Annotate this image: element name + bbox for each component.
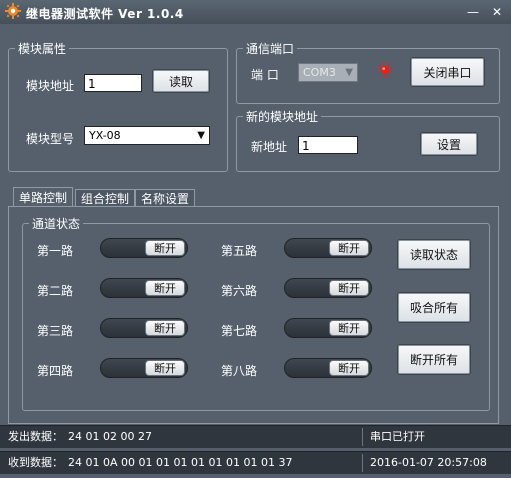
new-address-input[interactable]: 1 (298, 136, 358, 154)
channel-7-switch[interactable]: 断开 (284, 318, 372, 338)
channel-8-state: 断开 (329, 360, 369, 376)
channel-3-state: 断开 (145, 320, 185, 336)
channel-1-state: 断开 (145, 240, 185, 256)
channel-6-label: 第六路 (221, 284, 258, 298)
status-separator (362, 454, 363, 472)
close-icon: ✕ (491, 5, 503, 19)
channel-state-legend: 通道状态 (32, 217, 81, 231)
channel-7-state: 断开 (329, 320, 369, 336)
tab-name-settings[interactable]: 名称设置 (135, 189, 196, 207)
new-address-label: 新地址 (251, 140, 288, 154)
module-address-label: 模块地址 (26, 79, 75, 93)
module-address-input[interactable]: 1 (84, 74, 142, 92)
channel-8-switch[interactable]: 断开 (284, 358, 372, 378)
channel-2-label: 第二路 (37, 284, 74, 298)
sent-data-label: 发出数据： (8, 430, 63, 443)
channel-7-label: 第七路 (221, 324, 258, 338)
port-label: 端 口 (251, 68, 279, 82)
tab-single-control[interactable]: 单路控制 (13, 187, 74, 207)
set-address-button[interactable]: 设置 (420, 132, 478, 156)
status-separator (362, 428, 363, 446)
datetime-text: 2016-01-07 20:57:08 (370, 456, 487, 469)
recv-data-label: 收到数据： (8, 456, 63, 469)
channel-5-switch[interactable]: 断开 (284, 238, 372, 258)
chevron-down-icon: ▼ (197, 130, 205, 141)
title-bar: 继电器测试软件 Ver 1.0.4 — ✕ (0, 0, 511, 25)
window-title: 继电器测试软件 Ver 1.0.4 (26, 7, 184, 21)
module-model-label: 模块型号 (26, 132, 75, 146)
port-status-text: 串口已打开 (370, 430, 425, 443)
minimize-icon: — (467, 5, 479, 19)
new-address-legend: 新的模块地址 (246, 110, 319, 124)
channel-5-label: 第五路 (221, 244, 258, 258)
read-state-button[interactable]: 读取状态 (397, 239, 471, 270)
read-address-button[interactable]: 读取 (152, 69, 210, 93)
main-window: 模块属性 模块地址 1 读取 模块型号 YX-08 ▼ 通信端口 端 口 COM… (0, 24, 511, 478)
close-port-button[interactable]: 关闭串口 (410, 57, 485, 87)
port-select[interactable]: COM3 ▼ (298, 63, 358, 82)
module-properties-group: 模块属性 (8, 40, 228, 172)
channel-4-label: 第四路 (37, 364, 74, 378)
channel-2-state: 断开 (145, 280, 185, 296)
channel-3-label: 第三路 (37, 324, 74, 338)
sent-status-bar: 发出数据： 24 01 02 00 27 串口已打开 (0, 425, 511, 448)
minimize-button[interactable]: — (462, 4, 484, 20)
channel-3-switch[interactable]: 断开 (100, 318, 188, 338)
port-value: COM3 (303, 66, 336, 79)
channel-8-label: 第八路 (221, 364, 258, 378)
module-model-value: YX-08 (89, 129, 121, 142)
channel-4-state: 断开 (145, 360, 185, 376)
channel-6-switch[interactable]: 断开 (284, 278, 372, 298)
serial-port-legend: 通信端口 (246, 42, 295, 56)
port-status-led-icon (377, 62, 393, 78)
channel-6-state: 断开 (329, 280, 369, 296)
channel-4-switch[interactable]: 断开 (100, 358, 188, 378)
chevron-down-icon: ▼ (345, 67, 353, 78)
tab-combined-control[interactable]: 组合控制 (75, 189, 136, 207)
module-properties-legend: 模块属性 (18, 42, 67, 56)
gear-icon (5, 3, 21, 19)
recv-data-value: 24 01 0A 00 01 01 01 01 01 01 01 01 37 (68, 456, 293, 469)
channel-2-switch[interactable]: 断开 (100, 278, 188, 298)
open-all-button[interactable]: 断开所有 (397, 344, 471, 375)
close-all-button[interactable]: 吸合所有 (397, 292, 471, 323)
channel-1-switch[interactable]: 断开 (100, 238, 188, 258)
recv-status-bar: 收到数据： 24 01 0A 00 01 01 01 01 01 01 01 0… (0, 451, 511, 474)
channel-5-state: 断开 (329, 240, 369, 256)
sent-data-value: 24 01 02 00 27 (68, 430, 152, 443)
channel-1-label: 第一路 (37, 244, 74, 258)
module-model-select[interactable]: YX-08 ▼ (84, 126, 210, 145)
close-button[interactable]: ✕ (486, 4, 508, 20)
